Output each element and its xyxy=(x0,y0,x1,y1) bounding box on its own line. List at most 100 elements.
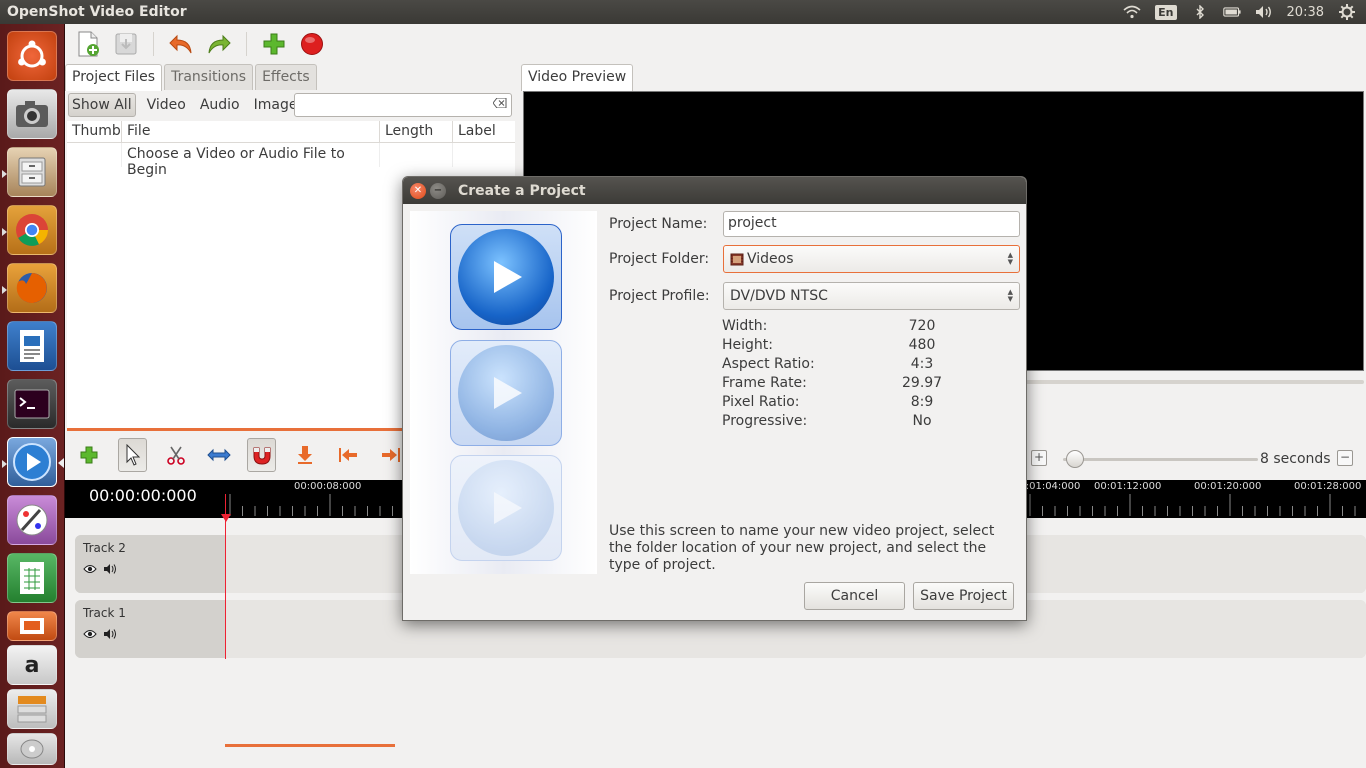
property-value: 8:9 xyxy=(910,394,934,410)
volume-icon[interactable] xyxy=(1255,5,1273,19)
timeline-toolbar xyxy=(65,434,405,476)
launcher-calc[interactable] xyxy=(7,553,57,603)
presentation-icon xyxy=(20,618,44,634)
project-profile-label: Project Profile: xyxy=(609,288,710,304)
disc-icon xyxy=(20,739,44,759)
visibility-eye-icon[interactable] xyxy=(83,628,97,643)
next-marker-button[interactable] xyxy=(376,438,405,472)
launcher-terminal[interactable] xyxy=(7,379,57,429)
import-files-button[interactable] xyxy=(259,29,289,59)
save-project-button[interactable] xyxy=(111,29,141,59)
combo-arrows-icon: ▲ ▼ xyxy=(1007,288,1013,303)
marker-icon xyxy=(297,446,312,464)
project-profile-select[interactable]: DV/DVD NTSC ▲ ▼ xyxy=(723,282,1020,310)
zoom-slider-handle[interactable] xyxy=(1065,450,1084,468)
property-key: Width: xyxy=(722,318,768,334)
app-title: OpenShot Video Editor xyxy=(7,4,187,20)
minimize-icon[interactable]: − xyxy=(430,182,446,199)
table-row[interactable]: Choose a Video or Audio File to Begin xyxy=(67,143,515,178)
pane-splitter[interactable] xyxy=(67,428,402,431)
launcher-files[interactable] xyxy=(2,147,57,197)
playhead-marker[interactable] xyxy=(221,514,231,522)
folder-icon xyxy=(730,252,744,266)
cell-length xyxy=(380,143,453,167)
column-label[interactable]: Label xyxy=(453,121,515,142)
timeline-horizontal-scrollbar[interactable] xyxy=(225,744,395,747)
timeline-zoom-control: + 8 seconds − xyxy=(1025,448,1365,470)
save-project-button[interactable]: Save Project xyxy=(913,582,1014,610)
openshot-logo-banner xyxy=(410,211,597,574)
property-value: No xyxy=(912,413,932,429)
launcher-impress[interactable] xyxy=(7,611,57,641)
ubuntu-logo-icon xyxy=(18,40,46,68)
visibility-eye-icon[interactable] xyxy=(83,563,97,578)
tab-effects[interactable]: Effects xyxy=(255,64,317,90)
filter-image[interactable]: Image xyxy=(251,94,301,116)
snap-tool-button[interactable] xyxy=(246,438,277,472)
close-icon[interactable]: ✕ xyxy=(410,182,426,199)
launcher-ubuntu-dash[interactable] xyxy=(7,31,57,81)
track-name: Track 1 xyxy=(83,606,126,620)
jump-end-icon xyxy=(381,448,400,462)
project-name-input[interactable]: project xyxy=(723,211,1020,237)
audio-speaker-icon[interactable] xyxy=(103,628,117,643)
terminal-icon xyxy=(14,389,50,419)
launcher-stacked-items[interactable] xyxy=(7,689,57,729)
previous-marker-button[interactable] xyxy=(333,438,362,472)
filter-video[interactable]: Video xyxy=(144,94,189,116)
launcher-chrome[interactable] xyxy=(2,205,57,255)
zoom-in-button[interactable]: + xyxy=(1031,450,1047,466)
bluetooth-icon[interactable] xyxy=(1191,5,1209,19)
clock[interactable]: 20:38 xyxy=(1287,5,1324,20)
add-marker-button[interactable] xyxy=(290,438,319,472)
redo-button[interactable] xyxy=(204,29,234,59)
add-track-button[interactable] xyxy=(75,438,104,472)
pointer-arrow-icon xyxy=(126,444,140,466)
project-folder-select[interactable]: Videos ▲ ▼ xyxy=(723,245,1020,273)
clear-search-icon[interactable] xyxy=(492,97,507,111)
stacked-apps-icon xyxy=(17,696,47,723)
launcher-openshot[interactable] xyxy=(2,437,64,487)
new-project-button[interactable] xyxy=(73,29,103,59)
filter-audio[interactable]: Audio xyxy=(197,94,243,116)
paint-brush-icon xyxy=(16,504,48,536)
cell-thumb xyxy=(67,143,122,167)
file-search-input[interactable] xyxy=(294,93,512,117)
column-length[interactable]: Length xyxy=(380,121,453,142)
ruler-label: 00:00:08:000 xyxy=(294,481,362,492)
export-video-button[interactable] xyxy=(297,29,327,59)
cancel-button[interactable]: Cancel xyxy=(804,582,905,610)
launcher-camera[interactable] xyxy=(7,89,57,139)
column-thumb[interactable]: Thumb xyxy=(67,121,122,142)
launcher-amazon[interactable]: a xyxy=(7,645,57,685)
tab-video-preview[interactable]: Video Preview xyxy=(521,64,634,91)
filter-show-all[interactable]: Show All xyxy=(68,93,136,117)
undo-button[interactable] xyxy=(166,29,196,59)
tab-project-files[interactable]: Project Files xyxy=(65,64,163,91)
launcher-trash[interactable] xyxy=(7,733,57,765)
resize-tool-button[interactable] xyxy=(204,438,233,472)
property-value: 720 xyxy=(908,318,936,334)
dialog-titlebar[interactable]: ✕ − Create a Project xyxy=(403,177,1026,204)
launcher-writer[interactable] xyxy=(7,321,57,371)
wifi-icon[interactable] xyxy=(1123,5,1141,19)
launcher-firefox[interactable] xyxy=(2,263,57,313)
property-key: Aspect Ratio: xyxy=(722,356,815,372)
battery-icon[interactable] xyxy=(1222,5,1241,19)
openshot-logo-play-icon xyxy=(450,224,562,330)
tab-transitions[interactable]: Transitions xyxy=(164,64,254,90)
zoom-slider-track[interactable] xyxy=(1063,458,1258,461)
column-file[interactable]: File xyxy=(122,121,380,142)
keyboard-layout-indicator[interactable]: En xyxy=(1155,4,1177,20)
jump-start-icon xyxy=(338,448,357,462)
zoom-out-button[interactable]: − xyxy=(1337,450,1353,466)
razor-tool-button[interactable] xyxy=(161,438,190,472)
property-value: 4:3 xyxy=(910,356,934,372)
settings-gear-icon[interactable] xyxy=(1338,4,1356,20)
audio-speaker-icon[interactable] xyxy=(103,563,117,578)
scissors-icon xyxy=(166,446,185,465)
create-project-dialog: ✕ − Create a Project Project Name: proje… xyxy=(402,176,1027,621)
add-track-icon xyxy=(80,446,98,464)
launcher-paint[interactable] xyxy=(7,495,57,545)
select-tool-button[interactable] xyxy=(117,438,148,472)
